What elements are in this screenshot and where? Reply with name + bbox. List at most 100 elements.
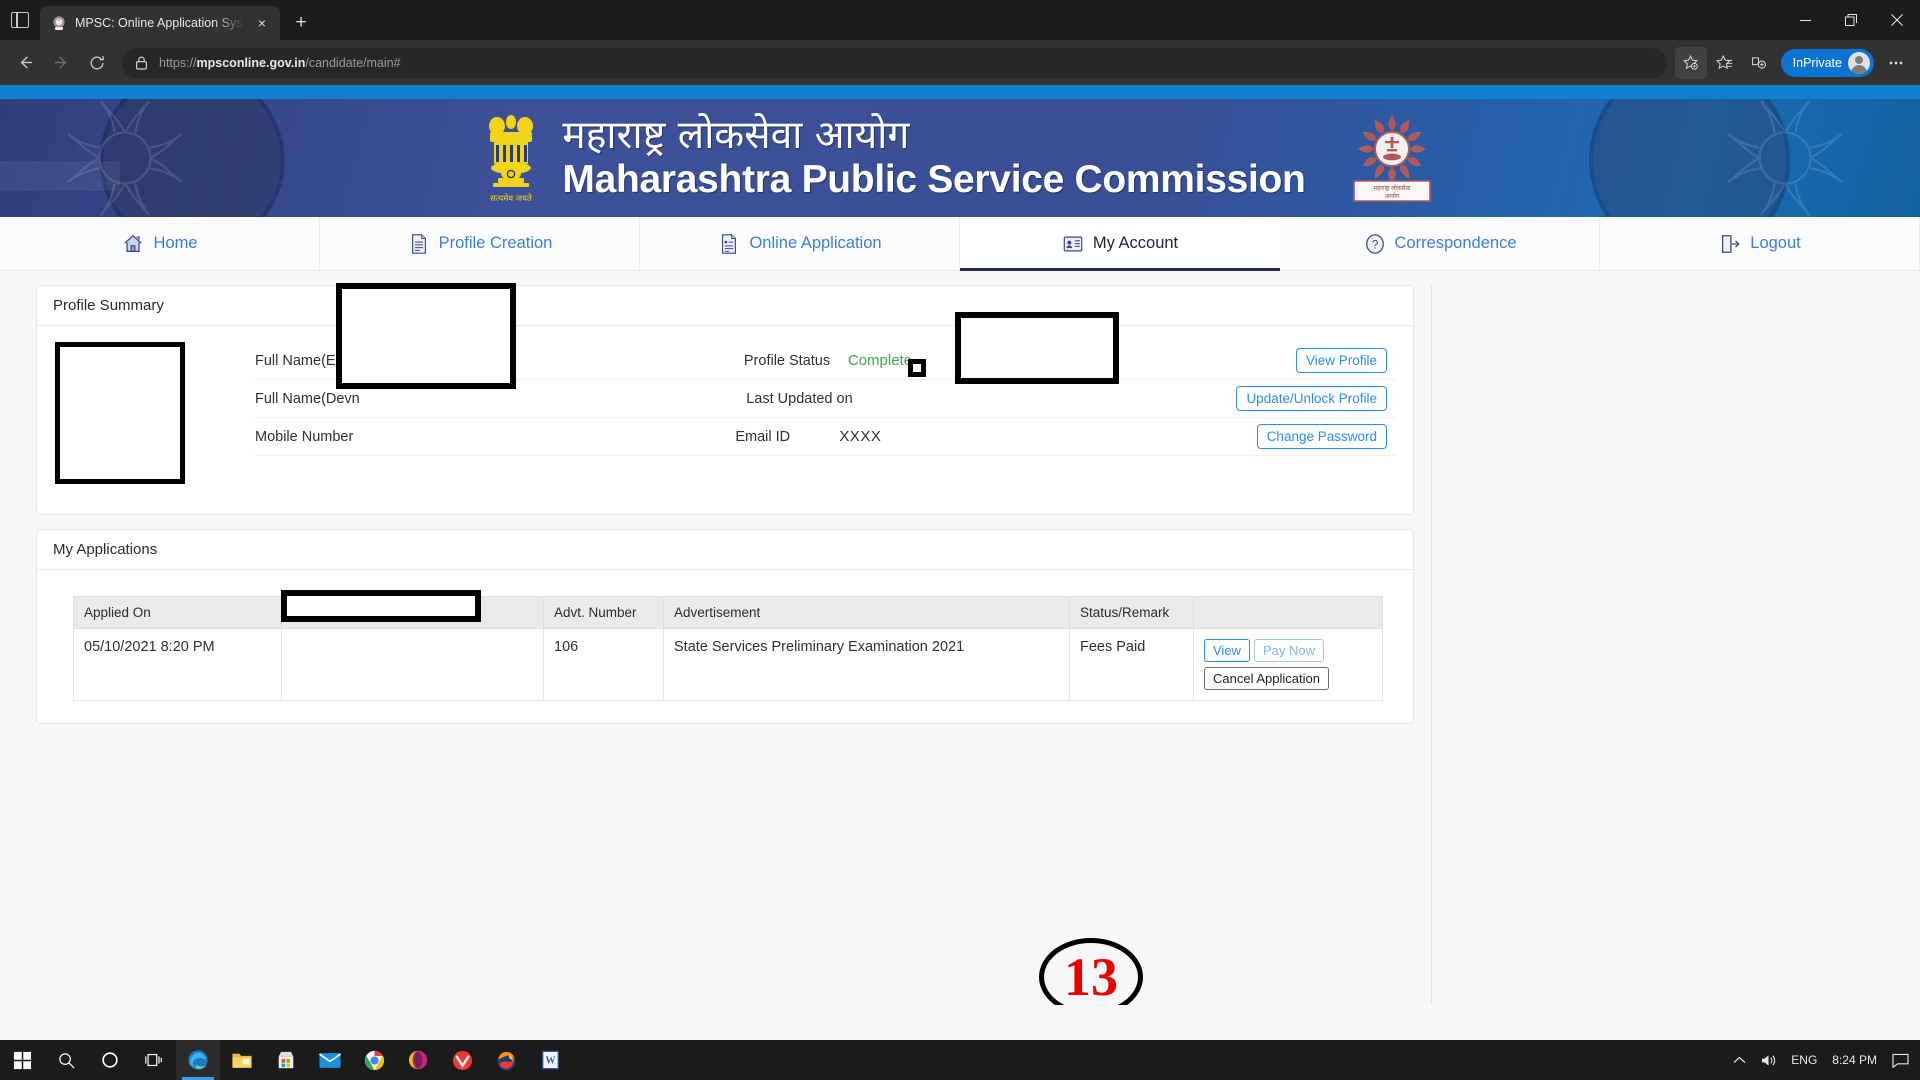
column-applied-on: Applied On bbox=[73, 596, 282, 629]
inprivate-label: InPrivate bbox=[1792, 55, 1842, 70]
edge-button[interactable] bbox=[176, 1040, 220, 1080]
nav-tab-logout[interactable]: Logout bbox=[1600, 217, 1920, 270]
restore-button[interactable] bbox=[1828, 0, 1874, 40]
nav-tab-label: My Account bbox=[1092, 234, 1179, 252]
redaction-box-application-id bbox=[281, 590, 481, 622]
add-favorite-icon[interactable] bbox=[1674, 46, 1707, 79]
url-text: https://mpsconline.gov.in/candidate/main… bbox=[159, 55, 401, 70]
page-content: Profile Summary Full Name(English) Profi… bbox=[0, 271, 1920, 1005]
favorites-icon[interactable] bbox=[1709, 47, 1741, 79]
task-view-button[interactable] bbox=[132, 1040, 176, 1080]
chrome-icon bbox=[364, 1050, 384, 1070]
nav-tab-label: Logout bbox=[1750, 234, 1801, 252]
windows-logo-icon bbox=[13, 1051, 31, 1069]
nav-tab-my-account[interactable]: My Account bbox=[960, 217, 1280, 271]
window-controls bbox=[1782, 0, 1920, 40]
nav-tab-online-application[interactable]: Online Application bbox=[640, 217, 960, 270]
mail-button[interactable] bbox=[308, 1040, 352, 1080]
column-advertisement: Advertisement bbox=[663, 596, 1070, 629]
page-viewport: सत्यमेव जयते महाराष्ट्र लोकसेवा आयोग Mah… bbox=[0, 85, 1920, 1005]
vivaldi-button[interactable] bbox=[440, 1040, 484, 1080]
logout-icon bbox=[1719, 233, 1741, 255]
taskbar-clock[interactable]: 8:24 PM bbox=[1824, 1040, 1885, 1080]
magnifier-icon bbox=[58, 1052, 75, 1069]
national-emblem-icon: सत्यमेव जयते bbox=[482, 108, 540, 208]
profile-summary-heading: Profile Summary bbox=[37, 286, 1413, 326]
windows-taskbar: W ENG 8:24 PM bbox=[0, 1040, 1920, 1080]
language-indicator[interactable]: ENG bbox=[1784, 1040, 1824, 1080]
inprivate-profile-button[interactable]: InPrivate bbox=[1780, 48, 1874, 77]
tab-actions-menu[interactable] bbox=[0, 0, 40, 40]
search-button[interactable] bbox=[44, 1040, 88, 1080]
change-password-button[interactable]: Change Password bbox=[1256, 424, 1388, 449]
column-status-remark: Status/Remark bbox=[1069, 596, 1194, 629]
main-navigation: Home Profile Creation Online Application… bbox=[0, 217, 1920, 271]
opera-button[interactable] bbox=[396, 1040, 440, 1080]
layout-divider bbox=[1431, 285, 1432, 1005]
forward-button[interactable] bbox=[44, 46, 78, 80]
firefox-button[interactable] bbox=[484, 1040, 528, 1080]
firefox-icon bbox=[496, 1051, 516, 1071]
view-profile-button[interactable]: View Profile bbox=[1295, 348, 1387, 373]
opera-icon bbox=[408, 1050, 428, 1070]
update-unlock-profile-button[interactable]: Update/Unlock Profile bbox=[1236, 386, 1388, 411]
nav-tab-profile-creation[interactable]: Profile Creation bbox=[320, 217, 640, 270]
start-button[interactable] bbox=[0, 1040, 44, 1080]
cancel-application-button[interactable]: Cancel Application bbox=[1204, 667, 1329, 690]
chevron-up-icon bbox=[1733, 1056, 1746, 1063]
redaction-box-email-prefix bbox=[908, 359, 926, 377]
applications-table: Applied On Application ID Advt. Number A… bbox=[73, 596, 1383, 701]
mpsc-logo-icon: महाराष्ट्र लोकसेवा आयोग bbox=[1346, 109, 1438, 207]
microsoft-store-button[interactable] bbox=[264, 1040, 308, 1080]
cell-application-id bbox=[281, 628, 544, 701]
task-view-icon bbox=[145, 1053, 162, 1067]
application-form-icon bbox=[718, 233, 740, 255]
back-button[interactable] bbox=[8, 46, 42, 80]
volume-button[interactable] bbox=[1753, 1040, 1784, 1080]
cell-advertisement: State Services Preliminary Examination 2… bbox=[663, 628, 1070, 701]
table-row: 05/10/2021 8:20 PM 106 State Services Pr… bbox=[73, 628, 1383, 701]
word-button[interactable]: W bbox=[528, 1040, 572, 1080]
browser-tab[interactable]: MPSC: Online Application System × bbox=[40, 6, 280, 40]
cell-status-remark: Fees Paid bbox=[1069, 628, 1194, 701]
close-button[interactable] bbox=[1874, 0, 1920, 40]
svg-text:W: W bbox=[545, 1056, 555, 1067]
notifications-button[interactable] bbox=[1885, 1040, 1916, 1080]
address-bar[interactable]: https://mpsconline.gov.in/candidate/main… bbox=[122, 47, 1667, 79]
profile-status-label: Profile Status bbox=[743, 352, 831, 369]
volume-icon bbox=[1762, 1054, 1776, 1066]
tab-close-icon[interactable]: × bbox=[252, 13, 272, 33]
nav-tab-correspondence[interactable]: ? Correspondence bbox=[1280, 217, 1600, 270]
tab-title: MPSC: Online Application System bbox=[75, 16, 244, 30]
site-header-banner: सत्यमेव जयते महाराष्ट्र लोकसेवा आयोग Mah… bbox=[0, 99, 1920, 217]
last-updated-label: Last Updated on bbox=[746, 390, 853, 407]
file-explorer-button[interactable] bbox=[220, 1040, 264, 1080]
show-hidden-icons-button[interactable] bbox=[1726, 1040, 1753, 1080]
store-icon bbox=[278, 1051, 294, 1069]
settings-more-icon[interactable] bbox=[1880, 47, 1912, 79]
column-advt-number: Advt. Number bbox=[543, 596, 664, 629]
edge-icon bbox=[188, 1050, 208, 1070]
nav-tab-home[interactable]: Home bbox=[0, 217, 320, 270]
chrome-button[interactable] bbox=[352, 1040, 396, 1080]
word-icon: W bbox=[541, 1050, 559, 1070]
cortana-button[interactable] bbox=[88, 1040, 132, 1080]
home-icon bbox=[122, 233, 144, 255]
my-applications-heading: My Applications bbox=[37, 530, 1413, 570]
email-id-value: XXXX bbox=[839, 428, 882, 445]
view-application-button[interactable]: View bbox=[1204, 639, 1250, 662]
collections-icon[interactable] bbox=[1743, 47, 1775, 79]
new-tab-button[interactable]: + bbox=[286, 8, 316, 38]
sidebar-toggle-icon[interactable] bbox=[11, 12, 29, 28]
minimize-button[interactable] bbox=[1782, 0, 1828, 40]
full-name-devnagari-label: Full Name(Devnagari) bbox=[255, 390, 360, 407]
notifications-icon bbox=[1892, 1053, 1909, 1068]
table-header-row: Applied On Application ID Advt. Number A… bbox=[73, 596, 1383, 629]
lock-icon bbox=[132, 47, 150, 79]
pay-now-button[interactable]: Pay Now bbox=[1253, 639, 1324, 662]
svg-text:?: ? bbox=[1371, 237, 1378, 251]
nav-tab-label: Online Application bbox=[749, 234, 882, 252]
envelope-icon bbox=[319, 1052, 341, 1068]
reload-button[interactable] bbox=[80, 46, 114, 80]
profile-row-mobile: Mobile Number Email ID XXXX Change Passw… bbox=[255, 418, 1395, 456]
